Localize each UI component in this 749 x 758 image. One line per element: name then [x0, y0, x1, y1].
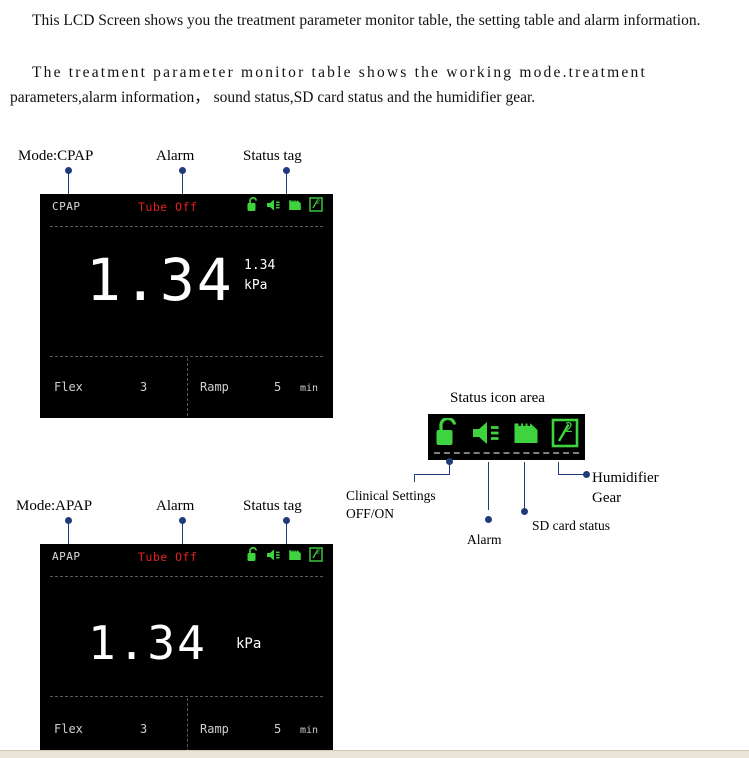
- callout-clinical-settings-line2: OFF/ON: [346, 506, 395, 521]
- humidifier-gear-icon: 2: [309, 197, 323, 212]
- lcd-cpap-divider-top: [50, 226, 323, 227]
- svg-text:2: 2: [316, 198, 320, 206]
- callout-cpap-status-tag: Status tag: [243, 148, 302, 164]
- callout-sd-card-status: SD card status: [532, 518, 610, 533]
- callout-status-icon-area: Status icon area: [450, 390, 545, 406]
- lcd-cpap-status-bar: CPAP Tube Off 2: [40, 194, 333, 222]
- humidifier-gear-icon-large: 2: [551, 418, 579, 448]
- lcd-apap-vertical-divider: [187, 698, 188, 752]
- lcd-cpap-icon-row: 2: [246, 197, 323, 212]
- sd-card-icon-large: [512, 419, 540, 447]
- sd-card-icon: [288, 548, 302, 562]
- lcd-cpap-flex-label: Flex: [54, 380, 83, 394]
- unlock-icon: [246, 197, 259, 212]
- callout-alarm-icon: Alarm: [467, 532, 502, 547]
- lcd-cpap-divider-bottom: [50, 356, 323, 357]
- mute-icon: [266, 548, 281, 562]
- lcd-apap-ramp-value: 5: [274, 722, 282, 736]
- callout-cpap-alarm: Alarm: [156, 148, 195, 164]
- lcd-cpap-ramp-label: Ramp: [200, 380, 229, 394]
- callout-clinical-settings-line1: Clinical Settings: [346, 488, 436, 503]
- leader-dot-sd-card: [521, 508, 528, 515]
- callout-humidifier-line1: Humidifier: [592, 470, 659, 486]
- lcd-apap-pressure-value: 1.34: [88, 616, 207, 670]
- lcd-cpap-pressure-value: 1.34: [86, 246, 234, 314]
- lcd-apap-flex-label: Flex: [54, 722, 83, 736]
- leader-dot-apap-mode: [65, 517, 72, 524]
- lcd-apap-divider-top: [50, 576, 323, 577]
- lcd-cpap-unit: kPa: [244, 278, 268, 293]
- lcd-cpap-ramp-value: 5: [274, 380, 282, 394]
- lcd-apap-alarm-label: Tube Off: [138, 550, 198, 564]
- intro-paragraph-2-line1: The treatment parameter monitor table sh…: [32, 64, 647, 81]
- lcd-apap-ramp-label: Ramp: [200, 722, 229, 736]
- callout-humidifier-line2: Gear: [592, 490, 622, 506]
- unlock-icon-large: [434, 418, 460, 448]
- sd-card-icon: [288, 198, 302, 212]
- lcd-cpap-flex-value: 3: [140, 380, 148, 394]
- lcd-cpap-mode-label: CPAP: [52, 200, 81, 213]
- mute-icon: [266, 198, 281, 212]
- mute-icon-large: [471, 419, 501, 447]
- humidifier-gear-icon: 2: [309, 547, 323, 562]
- lcd-cpap-alarm-label: Tube Off: [138, 200, 198, 214]
- lcd-cpap-ramp-unit: min: [300, 383, 319, 394]
- leader-clinical-settings-v: [414, 474, 415, 482]
- unlock-icon: [246, 547, 259, 562]
- leader-dot-cpap-status: [283, 167, 290, 174]
- leader-alarm-icon: [488, 462, 489, 510]
- lcd-apap-divider-bottom: [50, 696, 323, 697]
- lcd-screen-cpap: CPAP Tube Off 2 1.34 1.34 kPa Flex 3 Ram…: [40, 194, 333, 418]
- leader-dot-apap-status: [283, 517, 290, 524]
- leader-dot-cpap-alarm: [179, 167, 186, 174]
- leader-humidifier-h: [558, 474, 586, 475]
- callout-apap-status-tag: Status tag: [243, 498, 302, 514]
- leader-dot-clinical-settings: [446, 458, 453, 465]
- lcd-cpap-secondary-value: 1.34: [244, 258, 276, 273]
- leader-dot-apap-alarm: [179, 517, 186, 524]
- intro-paragraph-1: This LCD Screen shows you the treatment …: [32, 12, 701, 29]
- callout-cpap-mode: Mode:CPAP: [18, 148, 94, 164]
- svg-text:2: 2: [565, 421, 573, 436]
- lcd-apap-icon-row: 2: [246, 547, 323, 562]
- leader-humidifier-v: [558, 462, 559, 474]
- lcd-apap-status-bar: APAP Tube Off 2: [40, 544, 333, 572]
- lcd-apap-flex-value: 3: [140, 722, 148, 736]
- status-icon-area-dashline: [434, 452, 579, 454]
- lcd-screen-apap: APAP Tube Off 2 1.34 kPa Flex 3 Ramp 5 m…: [40, 544, 333, 752]
- leader-dot-humidifier: [583, 471, 590, 478]
- intro-paragraph-2: The treatment parameter monitor table sh…: [10, 60, 730, 110]
- lcd-cpap-vertical-divider: [187, 358, 188, 416]
- callout-apap-mode: Mode:APAP: [16, 498, 93, 514]
- leader-dot-cpap-mode: [65, 167, 72, 174]
- intro-paragraph-2-line2: parameters,alarm information， sound stat…: [10, 89, 536, 106]
- lcd-apap-mode-label: APAP: [52, 550, 81, 563]
- status-icon-area-icons: 2: [428, 414, 585, 452]
- svg-text:2: 2: [316, 548, 320, 556]
- status-icon-area: 2: [428, 414, 585, 460]
- leader-clinical-settings-h: [414, 474, 450, 475]
- lcd-apap-unit: kPa: [236, 636, 262, 652]
- lcd-apap-ramp-unit: min: [300, 725, 319, 736]
- leader-sd-card: [524, 462, 525, 510]
- callout-apap-alarm: Alarm: [156, 498, 195, 514]
- leader-dot-alarm-icon: [485, 516, 492, 523]
